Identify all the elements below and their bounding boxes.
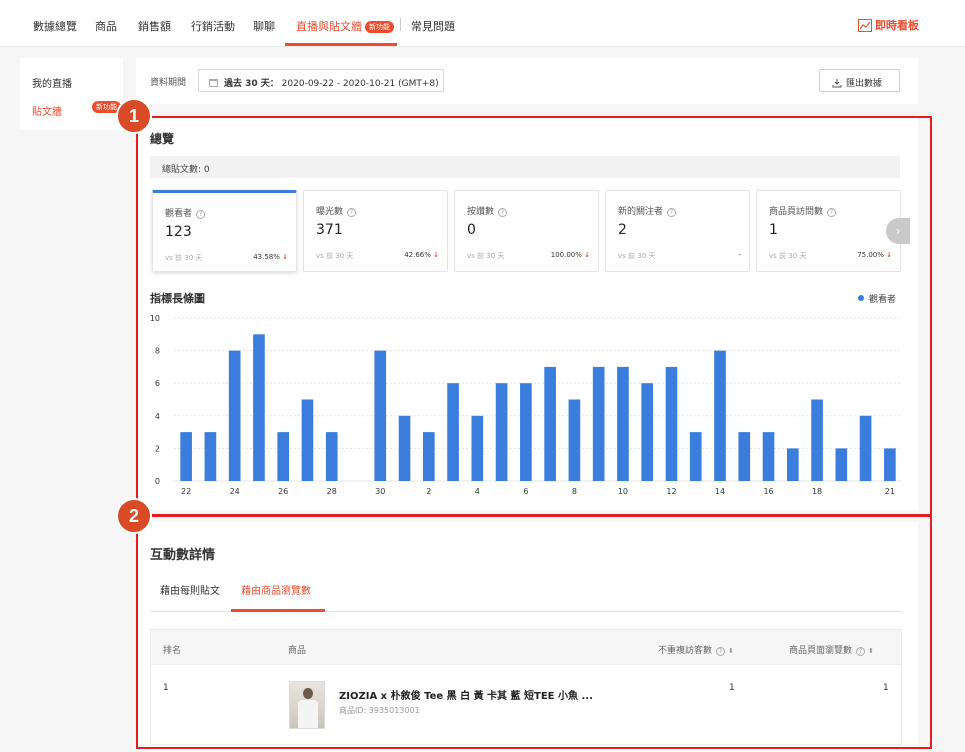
tab-chat[interactable]: 聊聊 xyxy=(253,18,275,34)
top-navigation: 數據總覽 商品 銷售額 行銷活動 聊聊 直播與貼文牆 新功能 常見問題 即時看板 xyxy=(0,0,965,47)
export-data-button[interactable]: 匯出數據 xyxy=(819,69,900,92)
sidebar-item-my-live[interactable]: 我的直播 xyxy=(32,75,72,90)
nav-divider xyxy=(400,18,401,31)
download-icon xyxy=(832,79,842,88)
tab-data-overview[interactable]: 數據總覽 xyxy=(33,18,77,34)
active-tab-indicator xyxy=(285,43,397,46)
tab-faq[interactable]: 常見問題 xyxy=(411,18,455,34)
annotation-box-1 xyxy=(136,116,932,516)
new-feature-badge: 新功能 xyxy=(365,21,394,33)
date-range-picker[interactable]: 過去 30 天： 2020-09-22 - 2020-10-21 (GMT+8) xyxy=(198,69,444,92)
annotation-marker-2: 2 xyxy=(116,498,152,534)
realtime-dashboard-link[interactable]: 即時看板 xyxy=(858,17,919,33)
tab-live-and-feed[interactable]: 直播與貼文牆 新功能 xyxy=(296,18,394,34)
calendar-icon xyxy=(209,79,218,87)
sidebar: 我的直播 貼文牆 新功能 xyxy=(20,58,123,130)
tab-sales[interactable]: 銷售額 xyxy=(138,18,171,34)
period-label: 資料期間 xyxy=(150,78,187,88)
data-period-bar: 資料期間 過去 30 天： 2020-09-22 - 2020-10-21 (G… xyxy=(136,58,918,104)
tab-products[interactable]: 商品 xyxy=(95,18,117,34)
tab-marketing[interactable]: 行銷活動 xyxy=(191,18,235,34)
realtime-dashboard-label: 即時看板 xyxy=(875,19,919,32)
range-dates: 2020-09-22 - 2020-10-21 (GMT+8) xyxy=(281,79,439,89)
range-preset: 過去 30 天： xyxy=(224,79,279,89)
sidebar-item-feed[interactable]: 貼文牆 xyxy=(32,103,62,118)
tab-live-and-feed-label: 直播與貼文牆 xyxy=(296,20,362,33)
annotation-box-2 xyxy=(136,515,932,749)
trend-chart-icon xyxy=(858,19,872,32)
annotation-marker-1: 1 xyxy=(116,98,152,134)
export-data-label: 匯出數據 xyxy=(846,79,883,89)
